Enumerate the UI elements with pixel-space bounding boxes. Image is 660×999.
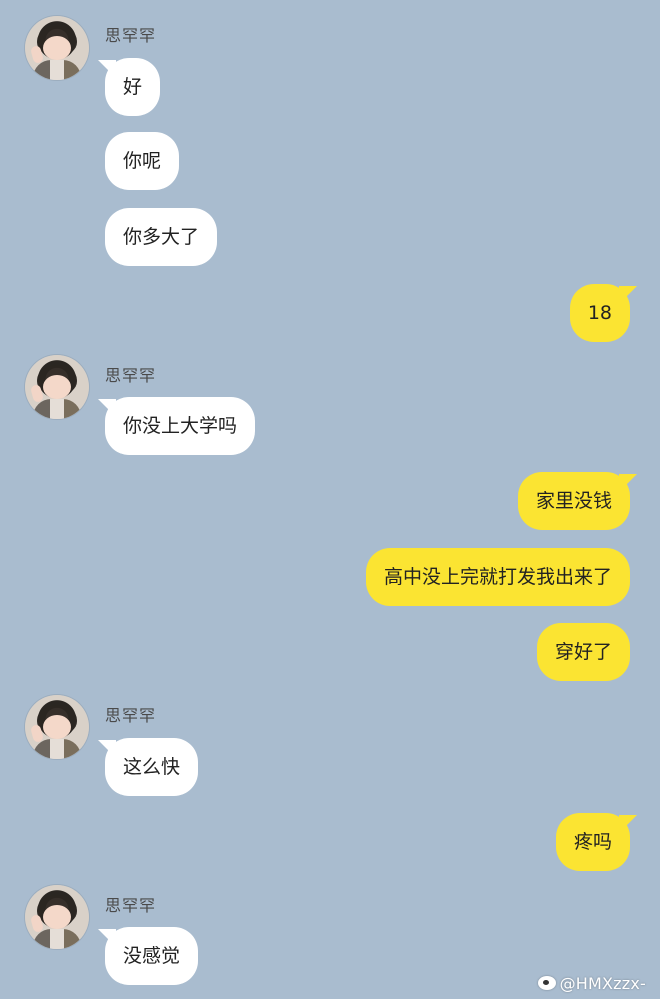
message-bubble-outgoing[interactable]: 疼吗 — [555, 813, 630, 871]
message-bubble-outgoing[interactable]: 高中没上完就打发我出来了 — [365, 548, 630, 606]
peace-sign-icon — [29, 44, 45, 65]
contact-name: 思罕罕 — [105, 366, 157, 385]
contact-avatar[interactable] — [25, 885, 89, 949]
watermark: @HMXzzx- — [537, 974, 646, 993]
message-bubble-outgoing[interactable]: 家里没钱 — [517, 472, 630, 530]
contact-avatar[interactable] — [25, 16, 89, 80]
contact-avatar[interactable] — [25, 355, 89, 419]
weibo-icon — [537, 976, 556, 990]
message-bubble-incoming[interactable]: 没感觉 — [105, 927, 199, 985]
peace-sign-icon — [29, 913, 45, 934]
contact-name: 思罕罕 — [105, 896, 157, 915]
message-bubble-incoming[interactable]: 好 — [105, 58, 161, 116]
shirt-icon — [33, 399, 81, 419]
message-bubble-outgoing[interactable]: 18 — [569, 284, 630, 342]
contact-name: 思罕罕 — [105, 26, 157, 45]
message-bubble-incoming[interactable]: 你没上大学吗 — [105, 397, 256, 455]
message-bubble-incoming[interactable]: 这么快 — [105, 738, 199, 796]
shirt-icon — [33, 929, 81, 949]
message-bubble-incoming[interactable]: 你呢 — [105, 132, 180, 190]
peace-sign-icon — [29, 723, 45, 744]
shirt-icon — [33, 60, 81, 80]
contact-name: 思罕罕 — [105, 706, 157, 725]
shirt-icon — [33, 739, 81, 759]
watermark-text: @HMXzzx- — [559, 974, 646, 993]
contact-avatar[interactable] — [25, 695, 89, 759]
message-bubble-incoming[interactable]: 你多大了 — [105, 208, 218, 266]
message-bubble-outgoing[interactable]: 穿好了 — [536, 623, 630, 681]
peace-sign-icon — [29, 383, 45, 404]
